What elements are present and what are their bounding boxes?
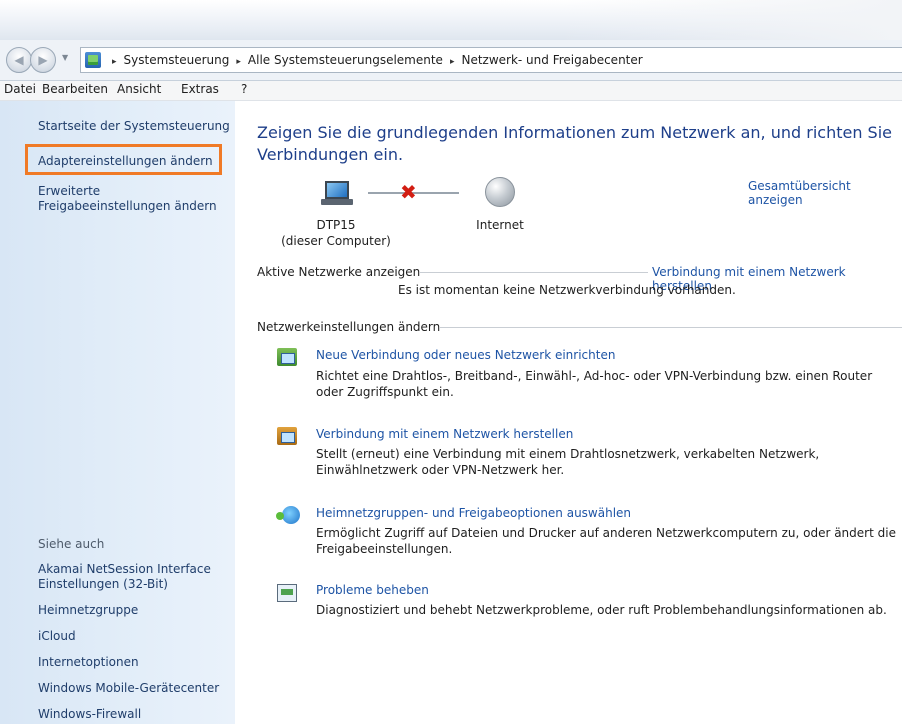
task-new-connection-desc: Richtet eine Drahtlos-, Breitband-, Einw… xyxy=(316,369,873,399)
page-title: Zeigen Sie die grundlegenden Information… xyxy=(257,123,892,164)
sidebar-item-startseite[interactable]: Startseite der Systemsteuerung xyxy=(38,119,230,134)
address-bar[interactable]: ▸ Systemsteuerung ▸ Alle Systemsteuerungsel… xyxy=(80,47,902,73)
back-arrow-icon: ◀ xyxy=(14,53,24,67)
task-new-connection-link[interactable]: Neue Verbindung oder neues Netzwerk einr… xyxy=(316,348,615,362)
forward-button[interactable]: ▶ xyxy=(30,47,56,73)
breadcrumb-netzwerkcenter[interactable]: Netzwerk- und Freigabecenter xyxy=(461,53,642,67)
forward-arrow-icon: ▶ xyxy=(38,53,48,67)
change-settings-title: Netzwerkeinstellungen ändern xyxy=(257,320,441,334)
menu-bearbeiten[interactable]: Bearbeiten xyxy=(42,82,108,96)
breadcrumb: ▸ Systemsteuerung ▸ Alle Systemsteuerungsel… xyxy=(105,48,643,72)
see-also-windows-firewall[interactable]: Windows-Firewall xyxy=(38,707,141,722)
task-troubleshoot-link[interactable]: Probleme beheben xyxy=(316,583,429,597)
back-button[interactable]: ◀ xyxy=(6,47,32,73)
see-also-icloud[interactable]: iCloud xyxy=(38,629,76,644)
see-also-title: Siehe auch xyxy=(38,537,105,551)
no-connection-message: Es ist momentan keine Netzwerkverbindung… xyxy=(398,283,736,297)
window-titlebar xyxy=(0,0,902,40)
see-also-heimnetzgruppe[interactable]: Heimnetzgruppe xyxy=(38,603,138,618)
task-homegroup-link[interactable]: Heimnetzgruppen- und Freigabeoptionen au… xyxy=(316,506,631,520)
menu-extras[interactable]: Extras xyxy=(181,82,219,96)
breadcrumb-separator-icon[interactable]: ▸ xyxy=(450,57,455,67)
task-connect-network-desc: Stellt (erneut) eine Verbindung mit eine… xyxy=(316,447,820,477)
red-x-icon[interactable]: ✖ xyxy=(400,180,417,204)
menu-help[interactable]: ? xyxy=(241,82,247,96)
menu-bar: Datei Bearbeiten Ansicht Extras ? xyxy=(0,81,902,101)
task-homegroup-desc: Ermöglicht Zugriff auf Dateien und Druck… xyxy=(316,526,896,556)
internet-label: Internet xyxy=(476,218,524,232)
new-connection-icon[interactable] xyxy=(277,348,297,366)
highlight-box xyxy=(25,144,222,175)
see-also-mobile-geraetecenter[interactable]: Windows Mobile-Gerätecenter xyxy=(38,681,219,696)
troubleshoot-icon[interactable] xyxy=(277,584,297,602)
section-divider xyxy=(440,327,902,328)
task-connect-network-link[interactable]: Verbindung mit einem Netzwerk herstellen xyxy=(316,427,573,441)
globe-icon[interactable] xyxy=(485,177,515,207)
breadcrumb-systemsteuerung[interactable]: Systemsteuerung xyxy=(124,53,230,67)
sidebar-item-freigabeeinstellungen[interactable]: Erweiterte Freigabeeinstellungen ändern xyxy=(38,184,218,214)
connect-network-icon[interactable] xyxy=(277,427,297,445)
breadcrumb-separator-icon[interactable]: ▸ xyxy=(236,57,241,67)
computer-base xyxy=(321,199,353,205)
computer-icon[interactable] xyxy=(319,179,355,207)
breadcrumb-separator-icon[interactable]: ▸ xyxy=(112,57,117,67)
active-networks-title: Aktive Netzwerke anzeigen xyxy=(257,265,421,279)
overview-link[interactable]: Gesamtübersicht anzeigen xyxy=(748,179,902,207)
see-also-akamai[interactable]: Akamai NetSession Interface Einstellunge… xyxy=(38,562,223,592)
breadcrumb-alle-elemente[interactable]: Alle Systemsteuerungselemente xyxy=(248,53,443,67)
menu-datei[interactable]: Datei xyxy=(4,82,36,96)
recent-pages-dropdown-icon[interactable]: ▼ xyxy=(62,53,68,62)
task-troubleshoot-desc: Diagnostiziert und behebt Netzwerkproble… xyxy=(316,603,887,617)
homegroup-icon[interactable] xyxy=(276,506,300,524)
control-panel-icon xyxy=(85,52,101,68)
computer-sub-label: (dieser Computer) xyxy=(281,234,391,248)
computer-name-label: DTP15 xyxy=(316,218,356,232)
menu-ansicht[interactable]: Ansicht xyxy=(117,82,161,96)
navigation-bar: ◀ ▶ ▼ ▸ Systemsteuerung ▸ Alle Systemsteuer… xyxy=(0,40,902,81)
computer-monitor xyxy=(325,181,349,199)
section-divider xyxy=(420,272,648,273)
see-also-internetoptionen[interactable]: Internetoptionen xyxy=(38,655,139,670)
